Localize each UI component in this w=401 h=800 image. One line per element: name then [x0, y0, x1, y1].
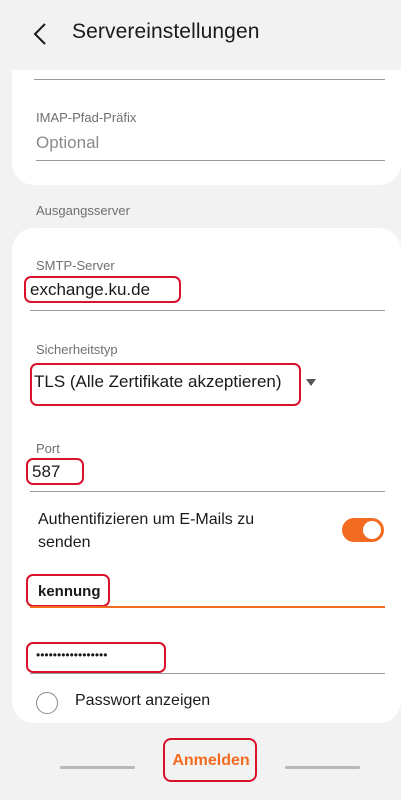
divider [34, 79, 385, 80]
back-button[interactable] [28, 18, 52, 50]
password-underline [30, 673, 385, 674]
highlight-username [26, 574, 110, 607]
smtp-server-underline [30, 310, 385, 311]
auth-label-line1: Authentifizieren um E-Mails zu [38, 511, 255, 528]
port-label: Port [36, 441, 60, 456]
highlight-password [26, 642, 166, 673]
auth-label-line2: senden [38, 534, 91, 551]
imap-prefix-label: IMAP-Pfad-Präfix [36, 110, 137, 125]
chevron-left-icon [33, 23, 46, 45]
show-password-label: Passwort anzeigen [75, 692, 211, 709]
auth-toggle[interactable] [342, 518, 384, 542]
dropdown-arrow-icon[interactable] [306, 379, 316, 386]
highlight-login-button [163, 738, 257, 782]
nav-bar-segment [60, 766, 135, 769]
imap-prefix-underline [36, 160, 385, 161]
highlight-security-type [30, 363, 301, 406]
port-underline [30, 491, 385, 492]
imap-prefix-input[interactable]: Optional [36, 133, 99, 153]
server-settings-screen: Servereinstellungen IMAP-Pfad-Präfix Opt… [0, 0, 401, 800]
smtp-server-label: SMTP-Server [36, 258, 115, 273]
security-type-label: Sicherheitstyp [36, 342, 118, 357]
outgoing-server-section-title: Ausgangsserver [36, 203, 130, 218]
app-bar: Servereinstellungen [0, 0, 401, 70]
highlight-port [26, 458, 84, 485]
highlight-smtp-server [24, 276, 181, 303]
toggle-knob [363, 521, 381, 539]
nav-bar-segment [285, 766, 360, 769]
show-password-checkbox[interactable] [36, 692, 58, 714]
incoming-settings-card [12, 70, 401, 185]
username-underline-active [30, 606, 385, 608]
page-title: Servereinstellungen [72, 20, 260, 43]
